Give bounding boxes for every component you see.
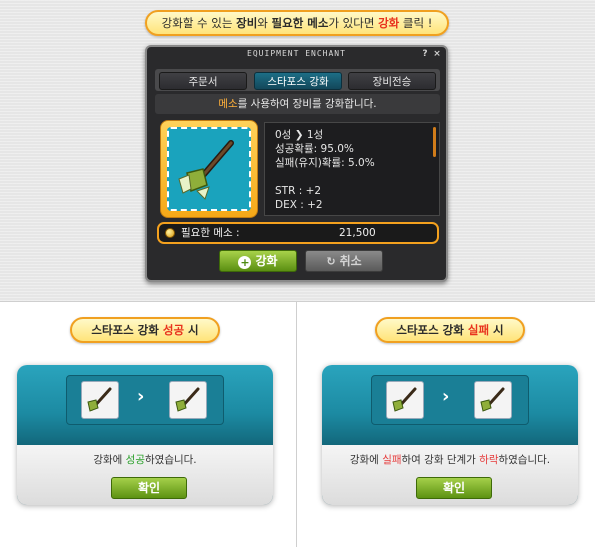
callout-text: 가 있다면 <box>328 16 379 30</box>
cost-label: 필요한 메소 : <box>181 227 240 239</box>
weapon-icon <box>178 140 234 200</box>
cost-value: 21,500 <box>339 227 376 239</box>
tab-bar: 주문서 스타포스 강화 장비전승 <box>155 69 440 91</box>
success-rate: 성공확률: 95.0% <box>275 143 354 155</box>
message-text: 하였습니다. <box>145 454 197 466</box>
enhance-label: 강화 <box>255 254 278 268</box>
cancel-label: 취소 <box>339 254 362 268</box>
tab-starforce[interactable]: 스타포스 강화 <box>254 72 342 90</box>
coin-icon <box>165 228 175 238</box>
enhance-button[interactable]: + 강화 <box>219 250 297 272</box>
success-label: 스타포스 강화 성공 시 <box>70 317 220 343</box>
message-highlight: 실패 <box>382 454 402 466</box>
success-message: 강화에 성공하였습니다. <box>17 452 273 467</box>
horizontal-divider <box>0 301 595 302</box>
label-text: 시 <box>489 323 504 337</box>
message-text: 하여 강화 단계가 <box>401 454 480 466</box>
fail-rate: 실패(유지)확률: 5.0% <box>275 157 375 169</box>
arrow-right-icon: › <box>442 386 450 407</box>
tab-transfer[interactable]: 장비전승 <box>348 72 436 90</box>
message-text: 강화에 <box>93 454 126 466</box>
description-text: 를 사용하여 장비를 강화합니다. <box>237 98 377 110</box>
fail-dialog: › 강화에 실패하여 강화 단계가 하락하였습니다. 확인 <box>322 365 578 505</box>
success-dialog: › 강화에 성공하였습니다. 확인 <box>17 365 273 505</box>
confirm-button[interactable]: 확인 <box>416 477 492 499</box>
message-highlight: 성공 <box>125 454 145 466</box>
fail-message: 강화에 실패하여 강화 단계가 하락하였습니다. <box>322 452 578 467</box>
weapon-icon <box>392 387 417 412</box>
arrow-right-icon: ❯ <box>294 129 304 141</box>
cancel-button[interactable]: ↻ 취소 <box>305 250 383 272</box>
message-text: 하였습니다. <box>498 454 551 466</box>
item-info-panel: 0성 ❯ 1성 성공확률: 95.0% 실패(유지)확률: 5.0% STR :… <box>264 122 440 216</box>
item-after <box>474 381 512 419</box>
item-before <box>81 381 119 419</box>
close-button[interactable]: × <box>432 49 442 59</box>
fail-label: 스타포스 강화 실패 시 <box>375 317 525 343</box>
weapon-icon <box>87 387 112 412</box>
callout-text: 강화할 수 있는 <box>161 16 237 30</box>
callout-text: 필요한 메소 <box>271 16 329 30</box>
cost-bar: 필요한 메소 : 21,500 <box>157 222 439 244</box>
help-button[interactable]: ? <box>420 49 430 59</box>
description-bar: 메소를 사용하여 장비를 강화합니다. <box>155 94 440 114</box>
callout-text: 와 <box>257 16 272 30</box>
equipment-slot-inner <box>167 127 251 211</box>
item-before <box>386 381 424 419</box>
label-text: 성공 <box>162 323 185 337</box>
equipment-slot[interactable] <box>160 120 258 218</box>
arrow-right-icon: › <box>137 386 145 407</box>
weapon-icon <box>175 387 200 412</box>
item-compare: › <box>371 375 529 425</box>
enchant-window: EQUIPMENT ENCHANT ? × 주문서 스타포스 강화 장비전승 메… <box>145 45 448 282</box>
label-text: 실패 <box>467 323 490 337</box>
item-compare: › <box>66 375 224 425</box>
tab-scroll[interactable]: 주문서 <box>159 72 247 90</box>
stat-dex: DEX : +2 <box>275 199 323 211</box>
window-title: EQUIPMENT ENCHANT <box>247 49 346 58</box>
label-text: 스타포스 강화 <box>396 323 468 337</box>
label-text: 시 <box>184 323 199 337</box>
star-to: 1성 <box>306 129 324 141</box>
item-after <box>169 381 207 419</box>
refresh-icon: ↻ <box>326 255 336 268</box>
message-highlight: 하락 <box>479 454 499 466</box>
description-highlight: 메소 <box>218 98 238 110</box>
label-text: 스타포스 강화 <box>91 323 163 337</box>
plus-circle-icon: + <box>238 256 252 269</box>
star-change: 0성 ❯ 1성 <box>275 128 429 142</box>
weapon-icon <box>480 387 505 412</box>
vertical-divider <box>296 302 297 547</box>
instruction-callout: 강화할 수 있는 장비와 필요한 메소가 있다면 강화 클릭 ! <box>145 10 449 36</box>
callout-text: 클릭 ! <box>399 16 433 30</box>
scrollbar[interactable] <box>433 127 436 157</box>
callout-text: 장비 <box>236 16 258 30</box>
confirm-button[interactable]: 확인 <box>111 477 187 499</box>
stat-str: STR : +2 <box>275 185 322 197</box>
callout-text: 강화 <box>378 16 400 30</box>
star-from: 0성 <box>275 129 292 141</box>
message-text: 강화에 <box>349 454 383 466</box>
